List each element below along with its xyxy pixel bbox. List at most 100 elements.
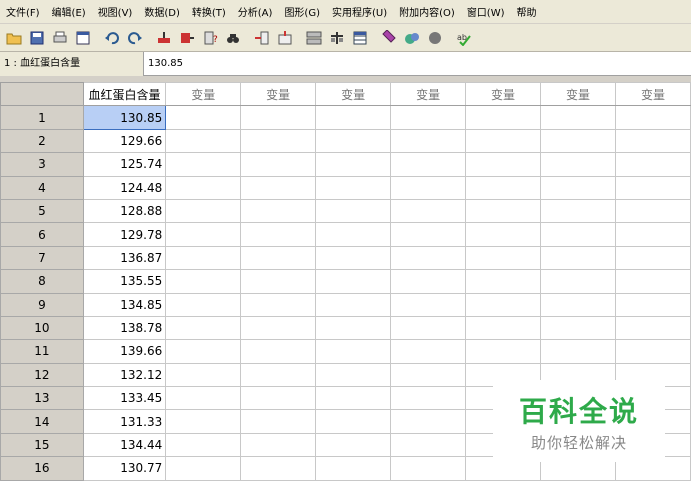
undo-icon[interactable] bbox=[102, 28, 122, 48]
empty-cell[interactable] bbox=[240, 409, 317, 434]
empty-cell[interactable] bbox=[390, 432, 467, 458]
empty-cell[interactable] bbox=[240, 152, 317, 177]
empty-cell[interactable] bbox=[540, 292, 616, 317]
goto-case-icon[interactable] bbox=[154, 28, 174, 48]
empty-cell[interactable] bbox=[315, 198, 392, 224]
empty-cell[interactable] bbox=[465, 105, 542, 130]
empty-cell[interactable] bbox=[465, 315, 542, 341]
column-header-variable[interactable]: 变量 bbox=[315, 82, 392, 107]
menu-item-1[interactable]: 编辑(E) bbox=[52, 4, 86, 19]
row-header[interactable]: 11 bbox=[0, 339, 84, 364]
empty-cell[interactable] bbox=[465, 152, 542, 177]
empty-cell[interactable] bbox=[614, 175, 691, 200]
menu-item-0[interactable]: 文件(F) bbox=[6, 4, 40, 19]
empty-cell[interactable] bbox=[540, 269, 616, 294]
open-icon[interactable] bbox=[4, 28, 24, 48]
empty-cell[interactable] bbox=[540, 222, 616, 247]
row-header[interactable]: 12 bbox=[0, 362, 84, 388]
empty-cell[interactable] bbox=[390, 409, 467, 434]
empty-cell[interactable] bbox=[165, 409, 242, 434]
select-cases-icon[interactable] bbox=[350, 28, 370, 48]
empty-cell[interactable] bbox=[390, 222, 467, 247]
empty-cell[interactable] bbox=[614, 152, 691, 177]
dialog-recall-icon[interactable] bbox=[73, 28, 93, 48]
empty-cell[interactable] bbox=[315, 432, 392, 458]
empty-cell[interactable] bbox=[315, 128, 392, 154]
empty-cell[interactable] bbox=[465, 175, 542, 200]
data-cell[interactable]: 130.77 bbox=[82, 456, 167, 481]
save-icon[interactable] bbox=[27, 28, 47, 48]
empty-cell[interactable] bbox=[465, 128, 542, 154]
menu-item-9[interactable]: 窗口(W) bbox=[467, 4, 505, 19]
empty-cell[interactable] bbox=[465, 292, 542, 317]
row-header[interactable]: 15 bbox=[0, 432, 84, 458]
empty-cell[interactable] bbox=[390, 456, 467, 481]
column-header-variable[interactable]: 变量 bbox=[465, 82, 542, 107]
empty-cell[interactable] bbox=[315, 105, 392, 130]
data-cell[interactable]: 124.48 bbox=[82, 175, 167, 200]
row-header[interactable]: 7 bbox=[0, 245, 84, 271]
empty-cell[interactable] bbox=[165, 222, 242, 247]
empty-cell[interactable] bbox=[390, 105, 467, 130]
empty-cell[interactable] bbox=[165, 269, 242, 294]
empty-cell[interactable] bbox=[614, 245, 691, 271]
empty-cell[interactable] bbox=[240, 105, 317, 130]
spelling-icon[interactable]: ab bbox=[454, 28, 474, 48]
empty-cell[interactable] bbox=[165, 105, 242, 130]
column-header-variable[interactable]: 变量 bbox=[540, 82, 616, 107]
empty-cell[interactable] bbox=[390, 175, 467, 200]
empty-cell[interactable] bbox=[240, 245, 317, 271]
column-header-variable[interactable]: 变量 bbox=[240, 82, 317, 107]
empty-cell[interactable] bbox=[240, 269, 317, 294]
row-header[interactable]: 4 bbox=[0, 175, 84, 200]
redo-icon[interactable] bbox=[125, 28, 145, 48]
empty-cell[interactable] bbox=[165, 245, 242, 271]
empty-cell[interactable] bbox=[240, 292, 317, 317]
empty-cell[interactable] bbox=[614, 222, 691, 247]
menu-item-4[interactable]: 转换(T) bbox=[192, 4, 226, 19]
empty-cell[interactable] bbox=[165, 315, 242, 341]
empty-cell[interactable] bbox=[240, 432, 317, 458]
value-labels-icon[interactable] bbox=[379, 28, 399, 48]
empty-cell[interactable] bbox=[390, 245, 467, 271]
empty-cell[interactable] bbox=[315, 456, 392, 481]
column-header-variable[interactable]: 变量 bbox=[165, 82, 242, 107]
empty-cell[interactable] bbox=[240, 456, 317, 481]
split-file-icon[interactable] bbox=[304, 28, 324, 48]
use-sets-icon[interactable] bbox=[402, 28, 422, 48]
menu-item-2[interactable]: 视图(V) bbox=[98, 4, 133, 19]
empty-cell[interactable] bbox=[315, 409, 392, 434]
empty-cell[interactable] bbox=[240, 362, 317, 388]
insert-cases-icon[interactable] bbox=[252, 28, 272, 48]
insert-variable-icon[interactable] bbox=[275, 28, 295, 48]
data-cell[interactable]: 133.45 bbox=[82, 386, 167, 411]
data-cell[interactable]: 128.88 bbox=[82, 198, 167, 224]
column-header-hemoglobin[interactable]: 血红蛋白含量 bbox=[82, 82, 167, 107]
data-cell[interactable]: 132.12 bbox=[82, 362, 167, 388]
empty-cell[interactable] bbox=[165, 432, 242, 458]
empty-cell[interactable] bbox=[465, 339, 542, 364]
empty-cell[interactable] bbox=[165, 128, 242, 154]
data-cell[interactable]: 139.66 bbox=[82, 339, 167, 364]
empty-cell[interactable] bbox=[465, 269, 542, 294]
empty-cell[interactable] bbox=[165, 386, 242, 411]
row-header[interactable]: 5 bbox=[0, 198, 84, 224]
empty-cell[interactable] bbox=[540, 175, 616, 200]
empty-cell[interactable] bbox=[240, 198, 317, 224]
empty-cell[interactable] bbox=[614, 269, 691, 294]
row-header[interactable]: 3 bbox=[0, 152, 84, 177]
empty-cell[interactable] bbox=[315, 269, 392, 294]
column-header-variable[interactable]: 变量 bbox=[614, 82, 691, 107]
empty-cell[interactable] bbox=[540, 245, 616, 271]
menu-item-3[interactable]: 数据(D) bbox=[144, 4, 180, 19]
row-header[interactable]: 9 bbox=[0, 292, 84, 317]
row-header[interactable]: 2 bbox=[0, 128, 84, 154]
empty-cell[interactable] bbox=[614, 292, 691, 317]
empty-cell[interactable] bbox=[165, 175, 242, 200]
variables-icon[interactable]: ? bbox=[200, 28, 220, 48]
empty-cell[interactable] bbox=[315, 292, 392, 317]
empty-cell[interactable] bbox=[465, 245, 542, 271]
empty-cell[interactable] bbox=[390, 198, 467, 224]
empty-cell[interactable] bbox=[240, 339, 317, 364]
data-cell[interactable]: 125.74 bbox=[82, 152, 167, 177]
